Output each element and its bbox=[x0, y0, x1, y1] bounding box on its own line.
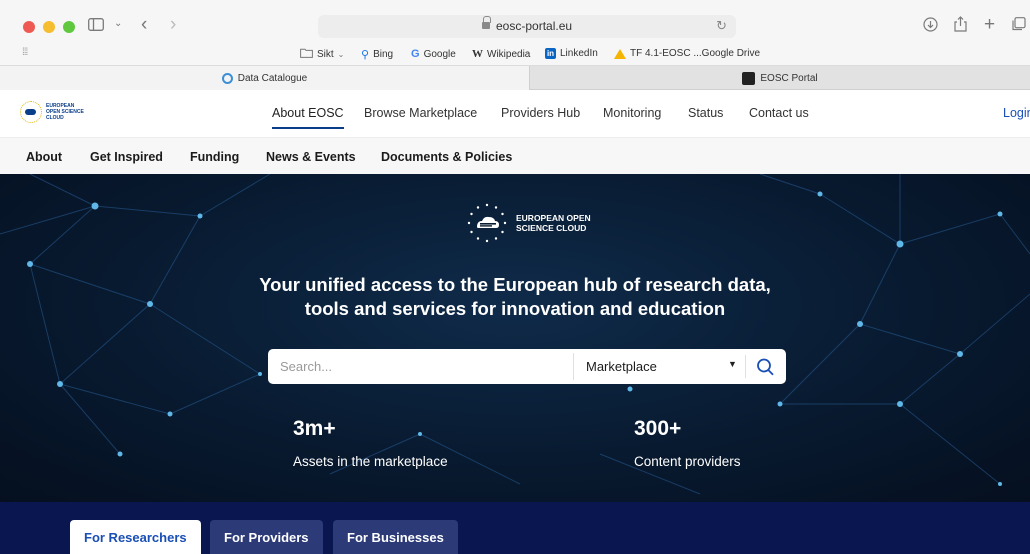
minimize-window-button[interactable] bbox=[43, 21, 55, 33]
hero-logo-text: EUROPEAN OPEN SCIENCE CLOUD bbox=[516, 213, 591, 233]
hero-title-line-1: Your unified access to the European hub … bbox=[259, 274, 771, 295]
sidebar-toggle-icon[interactable] bbox=[88, 18, 104, 34]
browser-tab-strip: Data Catalogue EOSC Portal bbox=[0, 66, 1030, 90]
subnav-documents-policies[interactable]: Documents & Policies bbox=[381, 150, 512, 164]
nav-monitoring[interactable]: Monitoring bbox=[603, 106, 661, 120]
nav-providers-hub[interactable]: Providers Hub bbox=[501, 106, 580, 120]
nav-about-eosc[interactable]: About EOSC bbox=[272, 106, 344, 129]
subnav-about[interactable]: About bbox=[26, 150, 62, 164]
grid-icon[interactable]: ⁞⁞⁞ bbox=[22, 47, 28, 58]
favorite-google-drive[interactable]: TF 4.1-EOSC ...Google Drive bbox=[614, 48, 760, 59]
data-catalogue-favicon bbox=[221, 72, 233, 84]
google-drive-icon bbox=[614, 48, 626, 59]
lock-icon bbox=[482, 16, 491, 30]
google-icon: G bbox=[411, 48, 420, 60]
browser-titlebar: ⌄ ‹ › eosc-portal.eu ↻ + bbox=[0, 0, 1030, 42]
favorite-bing[interactable]: ⚲ Bing bbox=[361, 48, 393, 61]
favorite-linkedin[interactable]: in LinkedIn bbox=[545, 48, 598, 59]
reload-icon[interactable]: ↻ bbox=[716, 18, 727, 34]
linkedin-icon: in bbox=[545, 48, 556, 59]
eosc-emblem-icon bbox=[466, 202, 508, 244]
stat-providers-value: 300+ bbox=[634, 417, 682, 440]
chevron-down-icon: ⌄ bbox=[337, 50, 345, 59]
hero-section: EUROPEAN OPEN SCIENCE CLOUD Your unified… bbox=[0, 174, 1030, 502]
secondary-nav: About Get Inspired Funding News & Events… bbox=[0, 138, 1030, 174]
caret-down-icon[interactable]: ▼ bbox=[728, 359, 737, 369]
logo-text: EUROPEAN OPEN SCIENCE CLOUD bbox=[46, 103, 84, 121]
stat-assets-label: Assets in the marketplace bbox=[293, 454, 448, 469]
search-icon: ⚲ bbox=[361, 49, 370, 61]
subnav-get-inspired[interactable]: Get Inspired bbox=[90, 150, 163, 164]
address-bar[interactable]: eosc-portal.eu ↻ bbox=[318, 15, 736, 38]
nav-browse-marketplace[interactable]: Browse Marketplace bbox=[364, 106, 477, 120]
address-url: eosc-portal.eu bbox=[496, 19, 573, 33]
stat-providers-label: Content providers bbox=[634, 454, 741, 469]
audience-tabs-band: For Researchers For Providers For Busine… bbox=[0, 502, 1030, 554]
search-icon bbox=[757, 358, 774, 376]
tab-data-catalogue[interactable]: Data Catalogue bbox=[0, 66, 530, 90]
favorite-google[interactable]: G Google bbox=[411, 48, 456, 60]
nav-contact-us[interactable]: Contact us bbox=[749, 106, 809, 120]
back-arrow-icon[interactable]: ‹ bbox=[141, 15, 147, 34]
tab-for-providers[interactable]: For Providers bbox=[210, 520, 323, 554]
subnav-news-events[interactable]: News & Events bbox=[266, 150, 356, 164]
zoom-window-button[interactable] bbox=[63, 21, 75, 33]
nav-status[interactable]: Status bbox=[688, 106, 723, 120]
hero-title-line-2: tools and services for innovation and ed… bbox=[304, 298, 726, 319]
download-icon[interactable] bbox=[923, 17, 938, 35]
tab-for-businesses[interactable]: For Businesses bbox=[333, 520, 458, 554]
search-divider bbox=[745, 355, 746, 378]
chevron-down-icon[interactable]: ⌄ bbox=[114, 19, 122, 29]
hero-eosc-logo: EUROPEAN OPEN SCIENCE CLOUD bbox=[466, 202, 596, 244]
favorite-wikipedia[interactable]: W Wikipedia bbox=[472, 48, 530, 60]
eosc-favicon bbox=[742, 71, 756, 85]
search-input[interactable] bbox=[268, 349, 573, 384]
tab-overview-icon[interactable] bbox=[1012, 17, 1026, 34]
eosc-logo[interactable]: EUROPEAN OPEN SCIENCE CLOUD bbox=[20, 101, 88, 123]
new-tab-plus-icon[interactable]: + bbox=[984, 15, 995, 34]
share-icon[interactable] bbox=[954, 16, 967, 35]
folder-icon bbox=[300, 48, 313, 61]
wikipedia-icon: W bbox=[472, 48, 483, 60]
search-bar: Marketplace ▼ bbox=[268, 349, 786, 384]
close-window-button[interactable] bbox=[23, 21, 35, 33]
search-button[interactable] bbox=[751, 354, 779, 380]
search-scope-select[interactable]: Marketplace bbox=[586, 359, 657, 374]
eosc-emblem-icon bbox=[20, 101, 42, 123]
login-link[interactable]: Login bbox=[1003, 106, 1030, 120]
search-divider bbox=[573, 353, 574, 380]
favorites-bar: ⁞⁞⁞ Sikt ⌄ ⚲ Bing G Google W Wikipedia i… bbox=[0, 42, 1030, 66]
forward-arrow-icon[interactable]: › bbox=[170, 15, 176, 34]
tab-eosc-portal[interactable]: EOSC Portal bbox=[530, 66, 1030, 90]
tab-for-researchers[interactable]: For Researchers bbox=[70, 520, 201, 554]
subnav-funding[interactable]: Funding bbox=[190, 150, 239, 164]
site-header: EUROPEAN OPEN SCIENCE CLOUD About EOSC B… bbox=[0, 91, 1030, 138]
stat-assets-value: 3m+ bbox=[293, 417, 336, 440]
favorite-sikt[interactable]: Sikt ⌄ bbox=[300, 48, 344, 61]
